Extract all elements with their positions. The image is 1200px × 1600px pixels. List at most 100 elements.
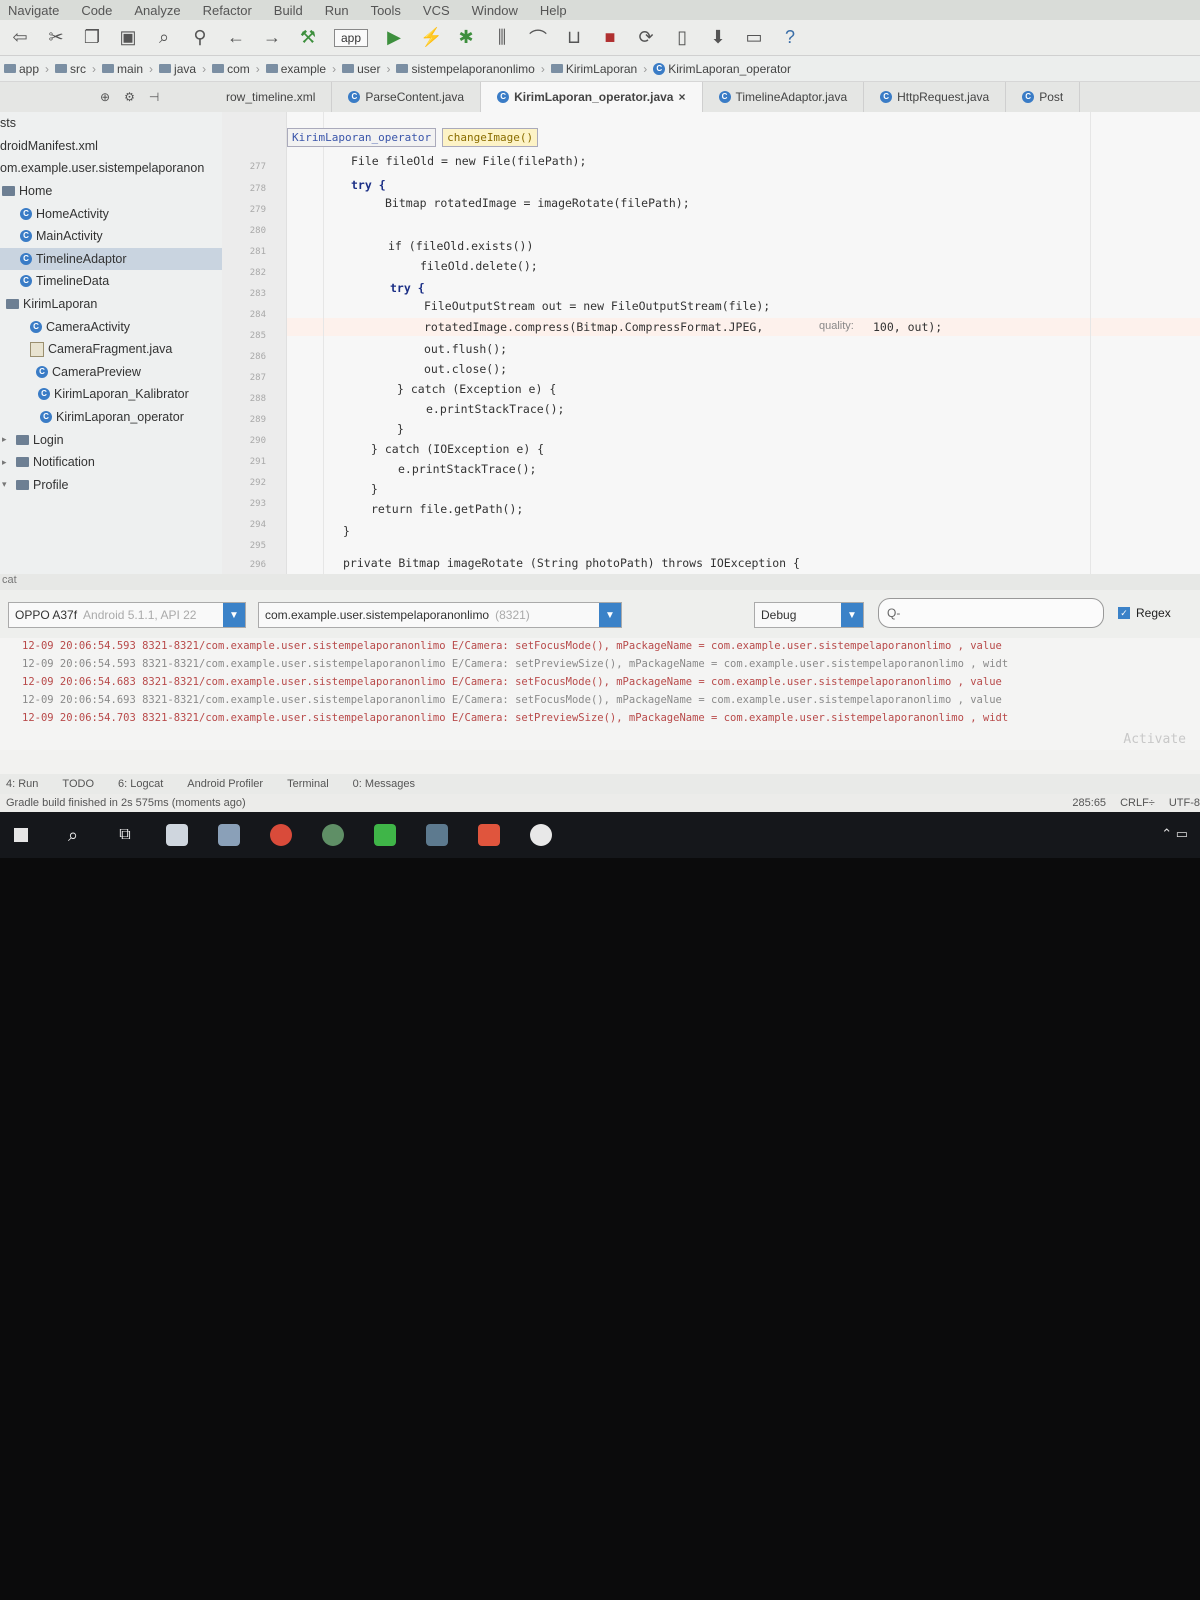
profile-icon[interactable]: ⫼ (492, 27, 512, 48)
cut-icon[interactable]: ✂ (46, 27, 66, 48)
caret-position[interactable]: 285:65 (1072, 797, 1106, 809)
tab-http-request[interactable]: C HttpRequest.java (864, 82, 1007, 112)
chevron-right-icon[interactable]: ▸ (2, 457, 12, 468)
menu-help[interactable]: Help (540, 3, 567, 18)
file-explorer-icon[interactable] (162, 822, 192, 848)
menu-code[interactable]: Code (81, 3, 112, 18)
back-icon[interactable]: ⇦ (10, 27, 30, 48)
breadcrumb-item[interactable]: com (212, 62, 250, 76)
process-dropdown[interactable]: com.example.user.sistempelaporanonlimo (8… (258, 602, 622, 628)
tree-node[interactable]: C KirimLaporan_Kalibrator (0, 383, 222, 406)
tool-tab-terminal[interactable]: Terminal (287, 778, 329, 790)
breadcrumb-item[interactable]: sistempelaporanonlimo (396, 62, 535, 76)
tree-node[interactable]: C TimelineData (0, 270, 222, 293)
system-tray-chevron-icon[interactable]: ⌃ ▭ (1161, 826, 1188, 842)
android-studio-icon[interactable] (318, 822, 348, 848)
tree-node[interactable]: om.example.user.sistempelaporanon (0, 157, 222, 180)
apply-changes-icon[interactable]: ⚡ (420, 27, 442, 48)
paint-icon[interactable] (526, 822, 556, 848)
tree-node[interactable]: sts (0, 112, 222, 135)
sync-target-icon[interactable]: ⊕ (100, 90, 110, 104)
breadcrumb-item[interactable]: KirimLaporan (550, 62, 637, 76)
tab-kirimlaporan-operator[interactable]: C KirimLaporan_operator.java × (481, 82, 703, 112)
sync-icon[interactable]: ⟳ (636, 27, 656, 48)
editor-crumb-method[interactable]: changeImage() (442, 128, 539, 147)
tool-tab-messages[interactable]: 0: Messages (353, 778, 415, 790)
logcat-search-input[interactable]: Q- (878, 598, 1104, 628)
regex-checkbox[interactable]: ✓ Regex (1118, 606, 1171, 620)
menu-window[interactable]: Window (472, 3, 518, 18)
tree-node[interactable]: C KirimLaporan_operator (0, 406, 222, 429)
start-icon[interactable] (6, 822, 36, 848)
search-icon[interactable]: ⌕ (58, 822, 88, 848)
replace-icon[interactable]: ⚲ (190, 27, 210, 48)
menu-tools[interactable]: Tools (371, 3, 401, 18)
menu-analyze[interactable]: Analyze (134, 3, 180, 18)
editor-crumb-class[interactable]: KirimLaporan_operator (287, 128, 437, 147)
find-icon[interactable]: ⌕ (154, 27, 174, 48)
menu-build[interactable]: Build (274, 3, 303, 18)
menu-navigate[interactable]: Navigate (8, 3, 59, 18)
tree-node[interactable]: Home (0, 180, 222, 203)
breadcrumb-item[interactable]: app (4, 62, 39, 76)
tool-tab-run[interactable]: 4: Run (6, 778, 38, 790)
breadcrumb-item[interactable]: user (342, 62, 380, 76)
tree-node[interactable]: C CameraPreview (0, 361, 222, 384)
menu-refactor[interactable]: Refactor (203, 3, 252, 18)
tool-tab-android-profiler[interactable]: Android Profiler (187, 778, 263, 790)
tree-node[interactable]: ▸ Notification (0, 451, 222, 474)
debug-icon[interactable]: ✱ (456, 27, 476, 48)
line-separator[interactable]: CRLF÷ (1120, 797, 1155, 809)
logcat-output[interactable]: 12-09 20:06:54.593 8321-8321/com.example… (0, 638, 1200, 750)
menu-run[interactable]: Run (325, 3, 349, 18)
breadcrumb-item[interactable]: java (159, 62, 196, 76)
menu-vcs[interactable]: VCS (423, 3, 450, 18)
app-icon[interactable] (214, 822, 244, 848)
file-encoding[interactable]: UTF-8 (1169, 797, 1200, 809)
tab-row-timeline[interactable]: row_timeline.xml (210, 82, 333, 112)
copy-icon[interactable]: ❐ (82, 27, 102, 48)
run-config-dropdown[interactable]: app (334, 28, 369, 47)
breadcrumb-item[interactable]: C KirimLaporan_operator (653, 62, 791, 76)
tree-node[interactable]: CameraFragment.java (0, 338, 222, 361)
avd-manager-icon[interactable]: ▯ (672, 27, 692, 48)
nav-forward-icon[interactable]: → (262, 27, 282, 48)
terminal-icon[interactable] (422, 822, 452, 848)
device-dropdown[interactable]: OPPO A37f Android 5.1.1, API 22 ▼ (8, 602, 246, 628)
close-tab-icon[interactable]: × (678, 90, 685, 104)
breadcrumb-item[interactable]: src (55, 62, 86, 76)
log-level-dropdown[interactable]: Debug ▼ (754, 602, 864, 628)
tab-post[interactable]: C Post (1006, 82, 1081, 112)
tree-node[interactable]: C MainActivity (0, 225, 222, 248)
tree-node[interactable]: KirimLaporan (0, 293, 222, 316)
tree-node-selected[interactable]: C TimelineAdaptor (0, 247, 222, 271)
attach-debugger-icon[interactable]: ⌒ (528, 25, 548, 51)
chrome-icon[interactable] (266, 822, 296, 848)
chevron-right-icon[interactable]: ▸ (2, 434, 12, 445)
tab-timeline-adaptor[interactable]: C TimelineAdaptor.java (703, 82, 865, 112)
code-editor[interactable]: KirimLaporan_operator changeImage() File… (287, 112, 1200, 574)
tree-node[interactable]: C CameraActivity (0, 315, 222, 338)
nav-back-icon[interactable]: ← (226, 27, 246, 48)
run-icon[interactable]: ▶ (384, 27, 404, 48)
tree-node[interactable]: droidManifest.xml (0, 135, 222, 158)
stop-icon[interactable]: ■ (600, 27, 620, 48)
help-icon[interactable]: ? (780, 27, 800, 48)
sdk-manager-icon[interactable]: ⬇ (708, 27, 728, 48)
chevron-down-icon[interactable]: ▾ (2, 479, 12, 490)
settings-icon[interactable]: ⚙ (124, 90, 135, 104)
paste-icon[interactable]: ▣ (118, 27, 138, 48)
hide-panel-icon[interactable]: ⊣ (149, 90, 159, 104)
tool-tab-logcat[interactable]: 6: Logcat (118, 778, 163, 790)
tree-node[interactable]: ▸ Login (0, 428, 222, 451)
make-project-icon[interactable]: ⚒ (298, 27, 318, 48)
breadcrumb-item[interactable]: example (265, 62, 326, 76)
xampp-icon[interactable] (474, 822, 504, 848)
coverage-icon[interactable]: ⊔ (564, 27, 584, 48)
breadcrumb-item[interactable]: main (102, 62, 143, 76)
line-app-icon[interactable] (370, 822, 400, 848)
tool-tab-todo[interactable]: TODO (62, 778, 94, 790)
tab-parse-content[interactable]: C ParseContent.java (332, 82, 482, 112)
device-monitor-icon[interactable]: ▭ (744, 27, 764, 48)
tree-node[interactable]: ▾ Profile (0, 474, 222, 497)
